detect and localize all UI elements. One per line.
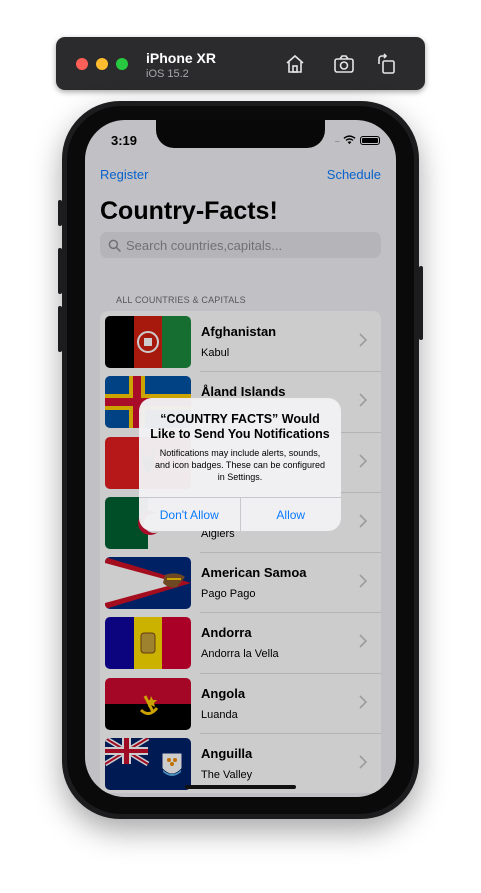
close-window-button[interactable] [76, 58, 88, 70]
allow-button[interactable]: Allow [239, 498, 342, 531]
dont-allow-button[interactable]: Don't Allow [139, 498, 240, 531]
simulator-toolbar: iPhone XR iOS 15.2 [56, 37, 425, 90]
home-icon[interactable] [283, 52, 307, 76]
alert-actions: Don't Allow Allow [139, 497, 341, 531]
power-button [419, 266, 423, 340]
screenshot-icon[interactable] [332, 52, 356, 76]
volume-down-button [58, 306, 62, 352]
mute-switch [58, 200, 62, 226]
notification-permission-alert: “COUNTRY FACTS” Would Like to Send You N… [139, 398, 341, 531]
alert-title: “COUNTRY FACTS” Would Like to Send You N… [150, 412, 330, 441]
volume-up-button [58, 248, 62, 294]
zoom-window-button[interactable] [116, 58, 128, 70]
home-indicator[interactable] [185, 785, 296, 789]
rotate-icon[interactable] [375, 52, 399, 76]
os-version: iOS 15.2 [146, 68, 189, 80]
phone-screen: 3:19 ..... Register Schedule Country-Fac… [85, 120, 396, 797]
alert-message: Notifications may include alerts, sounds… [155, 448, 325, 482]
minimize-window-button[interactable] [96, 58, 108, 70]
device-name: iPhone XR [146, 50, 217, 66]
